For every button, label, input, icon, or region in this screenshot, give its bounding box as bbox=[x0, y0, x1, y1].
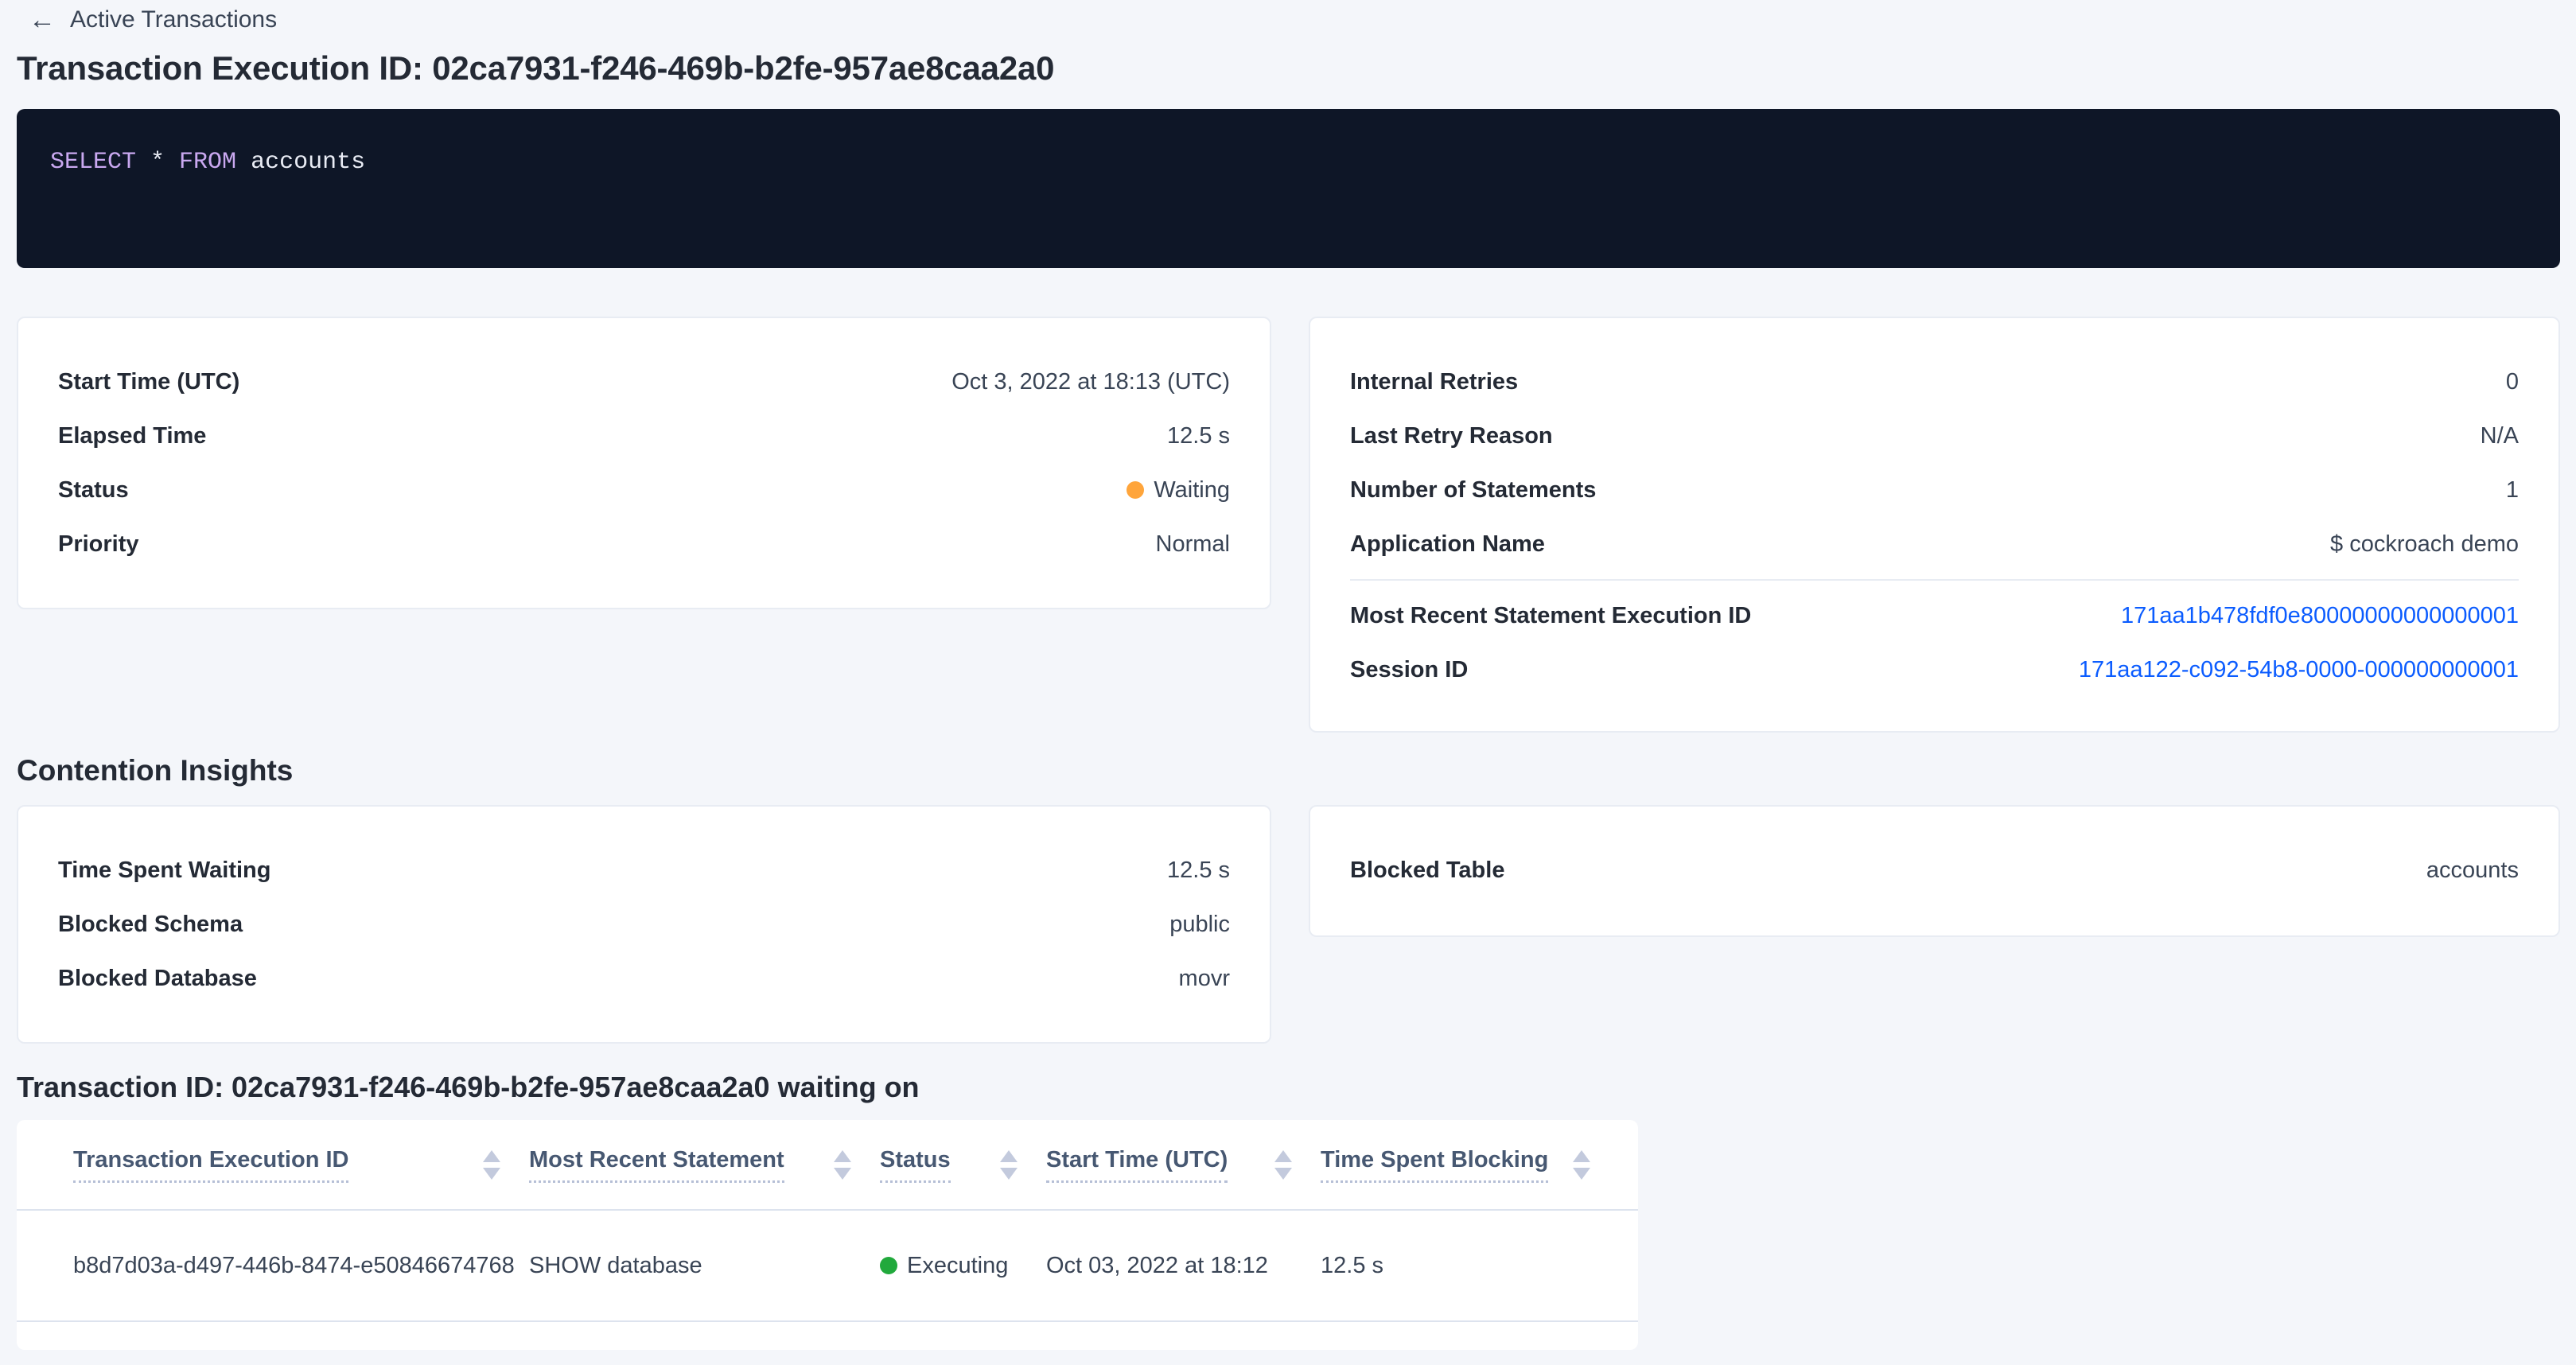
back-link-label: Active Transactions bbox=[70, 6, 277, 33]
sort-up-icon bbox=[834, 1150, 851, 1162]
waiting-on-table: Transaction Execution ID Most Recent Sta… bbox=[17, 1120, 1638, 1350]
most-recent-statement-execution-id-label: Most Recent Statement Execution ID bbox=[1350, 603, 1751, 629]
sql-keyword-from: FROM bbox=[179, 149, 236, 176]
contention-card-left: Time Spent Waiting 12.5 s Blocked Schema… bbox=[17, 805, 1271, 1044]
internal-retries-label: Internal Retries bbox=[1350, 369, 1518, 395]
summary-row-elapsed-time: Elapsed Time 12.5 s bbox=[58, 409, 1230, 463]
waiting-on-heading: Transaction ID: 02ca7931-f246-469b-b2fe-… bbox=[17, 1071, 920, 1104]
blocked-table-label: Blocked Table bbox=[1350, 858, 1504, 884]
status-value: Waiting bbox=[1127, 477, 1230, 504]
time-spent-waiting-label: Time Spent Waiting bbox=[58, 858, 270, 884]
elapsed-time-value: 12.5 s bbox=[1167, 423, 1230, 449]
sql-statement-box: SELECT * FROM accounts bbox=[17, 109, 2560, 268]
most-recent-statement-execution-id-link[interactable]: 171aa1b478fdf0e80000000000000001 bbox=[2121, 603, 2519, 629]
cell-status-text: Executing bbox=[907, 1253, 1008, 1279]
status-label: Status bbox=[58, 477, 129, 504]
sql-keyword-select: SELECT bbox=[50, 149, 136, 176]
blocked-schema-label: Blocked Schema bbox=[58, 912, 243, 938]
contention-row-blocked-schema: Blocked Schema public bbox=[58, 897, 1230, 951]
sql-statement: SELECT * FROM accounts bbox=[50, 149, 2560, 176]
back-arrow-icon: ← bbox=[29, 6, 56, 33]
waiting-status-dot-icon bbox=[1127, 481, 1144, 499]
blocked-database-label: Blocked Database bbox=[58, 966, 257, 992]
cell-most-recent-statement: SHOW database bbox=[529, 1253, 880, 1279]
internal-retries-value: 0 bbox=[2506, 369, 2519, 395]
cell-start-time: Oct 03, 2022 at 18:12 bbox=[1046, 1253, 1321, 1279]
sort-down-icon bbox=[1000, 1168, 1018, 1180]
sort-icon bbox=[1000, 1150, 1018, 1180]
summary-row-start-time: Start Time (UTC) Oct 3, 2022 at 18:13 (U… bbox=[58, 355, 1230, 409]
elapsed-time-label: Elapsed Time bbox=[58, 423, 206, 449]
summary-row-session-id: Session ID 171aa122-c092-54b8-0000-00000… bbox=[1350, 643, 2519, 697]
sort-down-icon bbox=[1573, 1168, 1590, 1180]
last-retry-reason-label: Last Retry Reason bbox=[1350, 423, 1553, 449]
waiting-on-table-header: Transaction Execution ID Most Recent Sta… bbox=[17, 1120, 1638, 1211]
session-id-link[interactable]: 171aa122-c092-54b8-0000-000000000001 bbox=[2079, 657, 2519, 683]
time-spent-waiting-value: 12.5 s bbox=[1167, 858, 1230, 884]
last-retry-reason-value: N/A bbox=[2481, 423, 2519, 449]
contention-row-time-spent-waiting: Time Spent Waiting 12.5 s bbox=[58, 843, 1230, 897]
sort-down-icon bbox=[834, 1168, 851, 1180]
summary-card-left: Start Time (UTC) Oct 3, 2022 at 18:13 (U… bbox=[17, 317, 1271, 609]
blocked-table-value: accounts bbox=[2426, 858, 2519, 884]
start-time-label: Start Time (UTC) bbox=[58, 369, 239, 395]
priority-value: Normal bbox=[1156, 531, 1230, 558]
status-text: Waiting bbox=[1154, 477, 1230, 504]
column-header-start-time[interactable]: Start Time (UTC) bbox=[1046, 1147, 1321, 1183]
summary-row-most-recent-statement-execution-id: Most Recent Statement Execution ID 171aa… bbox=[1350, 589, 2519, 643]
sort-icon bbox=[1573, 1150, 1590, 1180]
contention-row-blocked-database: Blocked Database movr bbox=[58, 951, 1230, 1005]
summary-card-right: Internal Retries 0 Last Retry Reason N/A… bbox=[1309, 317, 2560, 733]
session-id-label: Session ID bbox=[1350, 657, 1468, 683]
cell-status: Executing bbox=[880, 1253, 1046, 1279]
sort-up-icon bbox=[1573, 1150, 1590, 1162]
sort-icon bbox=[834, 1150, 851, 1180]
sort-up-icon bbox=[1274, 1150, 1292, 1162]
number-of-statements-value: 1 bbox=[2506, 477, 2519, 504]
back-to-active-transactions-link[interactable]: ← Active Transactions bbox=[29, 6, 277, 33]
summary-row-status: Status Waiting bbox=[58, 463, 1230, 517]
cell-time-spent-blocking: 12.5 s bbox=[1321, 1253, 1619, 1279]
summary-row-internal-retries: Internal Retries 0 bbox=[1350, 355, 2519, 409]
summary-row-last-retry-reason: Last Retry Reason N/A bbox=[1350, 409, 2519, 463]
application-name-label: Application Name bbox=[1350, 531, 1545, 558]
sort-up-icon bbox=[483, 1150, 500, 1162]
number-of-statements-label: Number of Statements bbox=[1350, 477, 1596, 504]
executing-status-dot-icon bbox=[880, 1257, 897, 1274]
sort-up-icon bbox=[1000, 1150, 1018, 1162]
application-name-value: $ cockroach demo bbox=[2330, 531, 2519, 558]
sql-table-name: accounts bbox=[236, 149, 365, 176]
start-time-value: Oct 3, 2022 at 18:13 (UTC) bbox=[951, 369, 1230, 395]
sort-icon bbox=[483, 1150, 500, 1180]
column-header-time-spent-blocking[interactable]: Time Spent Blocking bbox=[1321, 1147, 1619, 1183]
sort-down-icon bbox=[1274, 1168, 1292, 1180]
column-header-most-recent-statement[interactable]: Most Recent Statement bbox=[529, 1147, 880, 1183]
contention-insights-heading: Contention Insights bbox=[17, 754, 293, 788]
sql-operator: * bbox=[136, 149, 179, 176]
sort-icon bbox=[1274, 1150, 1292, 1180]
summary-row-application-name: Application Name $ cockroach demo bbox=[1350, 517, 2519, 571]
priority-label: Priority bbox=[58, 531, 139, 558]
summary-row-priority: Priority Normal bbox=[58, 517, 1230, 571]
summary-row-number-of-statements: Number of Statements 1 bbox=[1350, 463, 2519, 517]
blocked-schema-value: public bbox=[1169, 912, 1230, 938]
column-header-transaction-execution-id[interactable]: Transaction Execution ID bbox=[73, 1147, 529, 1183]
column-header-status[interactable]: Status bbox=[880, 1147, 1046, 1183]
sort-down-icon bbox=[483, 1168, 500, 1180]
blocked-database-value: movr bbox=[1179, 966, 1230, 992]
cell-transaction-execution-id: b8d7d03a-d497-446b-8474-e50846674768 bbox=[73, 1253, 529, 1279]
table-row: b8d7d03a-d497-446b-8474-e50846674768 SHO… bbox=[17, 1211, 1638, 1322]
contention-card-right: Blocked Table accounts bbox=[1309, 805, 2560, 937]
summary-card-divider bbox=[1350, 579, 2519, 581]
page-title: Transaction Execution ID: 02ca7931-f246-… bbox=[17, 49, 1054, 88]
contention-row-blocked-table: Blocked Table accounts bbox=[1350, 843, 2519, 897]
